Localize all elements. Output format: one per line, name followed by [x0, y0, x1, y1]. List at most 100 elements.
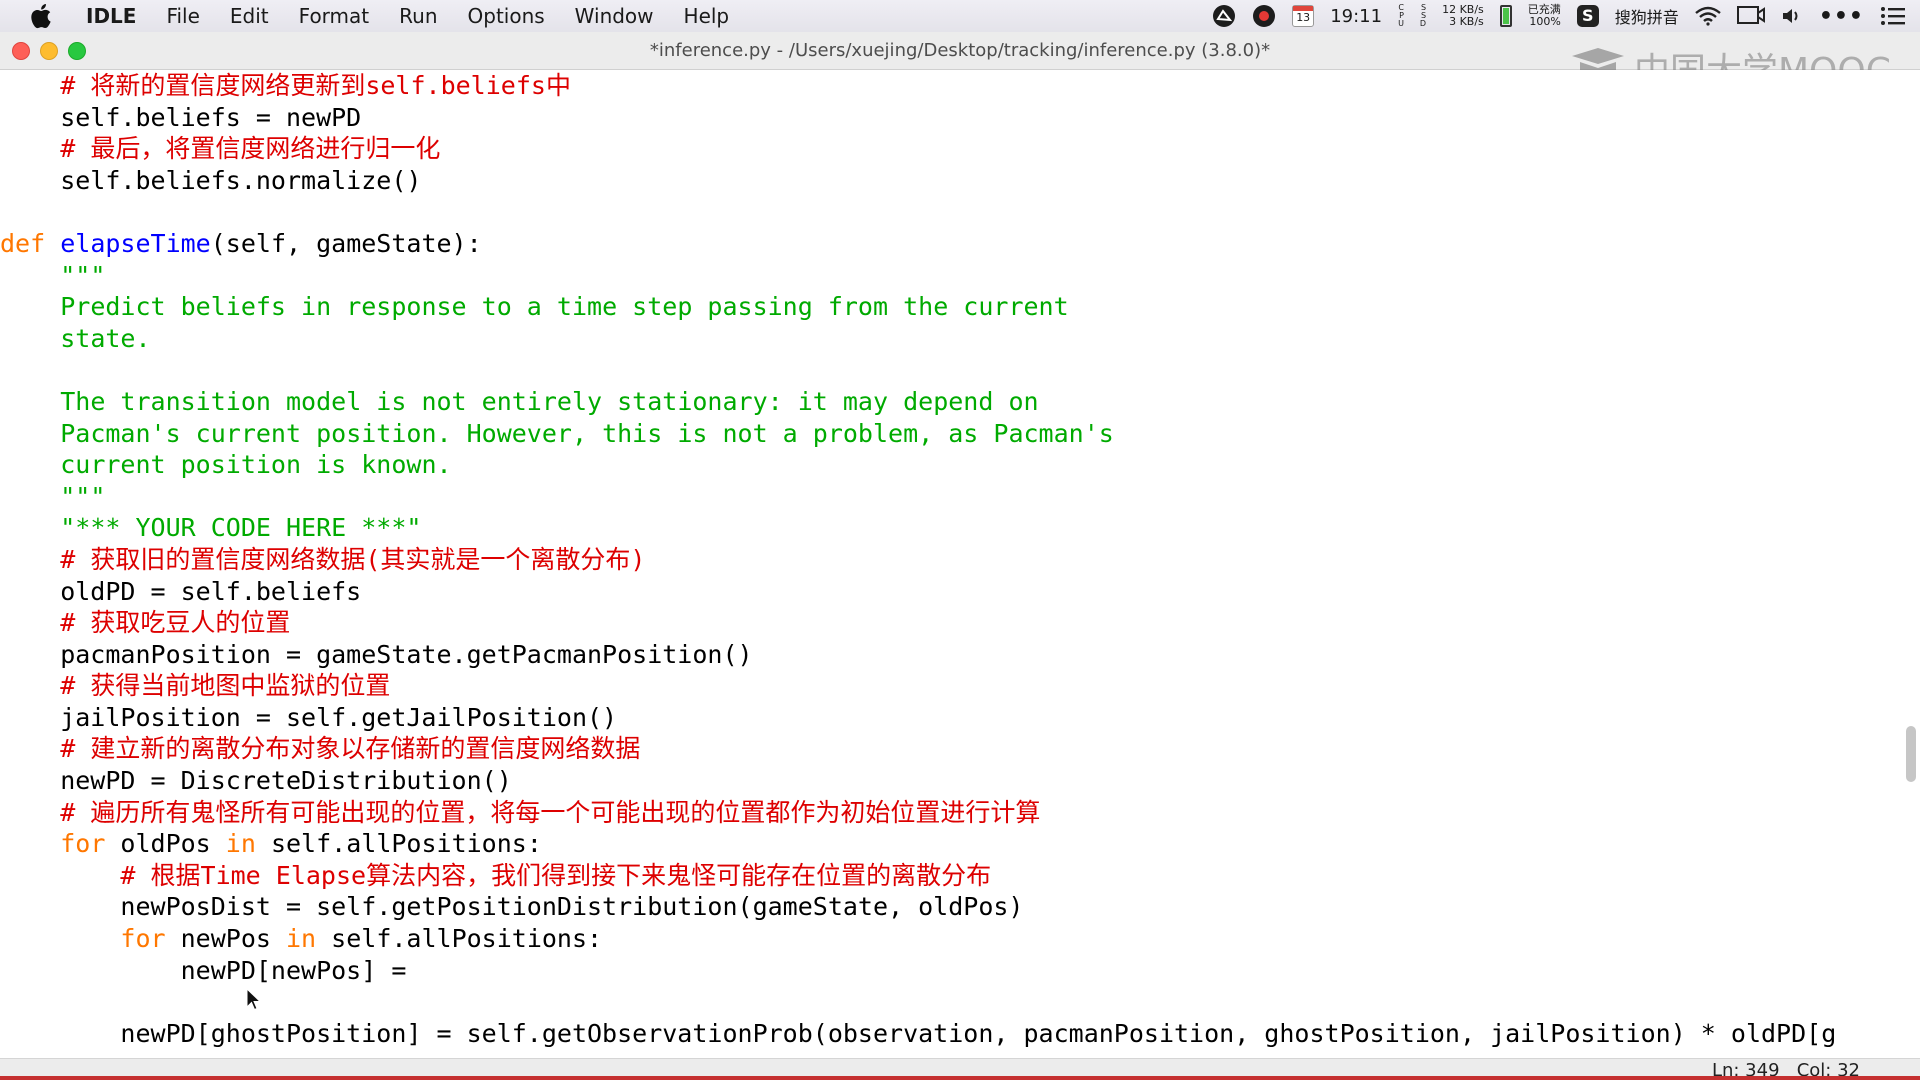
- code-token-comment: # 根据Time Elapse算法内容，我们得到接下来鬼怪可能存在位置的离散分布: [120, 860, 992, 890]
- volume-icon[interactable]: [1781, 6, 1803, 26]
- menu-window[interactable]: Window: [575, 4, 654, 28]
- notification-center-icon[interactable]: [1880, 6, 1906, 26]
- code-line[interactable]: # 最后，将置信度网络进行归一化: [0, 133, 1892, 165]
- code-token-str: current position is known.: [60, 450, 452, 480]
- code-token-kw: in: [286, 924, 317, 954]
- code-token-plain: newPD[ghostPosition] = self.getObservati…: [0, 1018, 1837, 1048]
- code-editor[interactable]: # 将新的置信度网络更新到self.beliefs中 self.beliefs …: [0, 70, 1920, 1058]
- code-line[interactable]: The transition model is not entirely sta…: [0, 386, 1892, 418]
- code-line[interactable]: Predict beliefs in response to a time st…: [0, 291, 1892, 323]
- wifi-icon[interactable]: [1695, 6, 1721, 26]
- code-token-plain: oldPD = self.beliefs: [0, 576, 362, 606]
- code-line[interactable]: # 遍历所有鬼怪所有可能出现的位置，将每一个可能出现的位置都作为初始位置进行计算: [0, 797, 1892, 829]
- code-text[interactable]: # 将新的置信度网络更新到self.beliefs中 self.beliefs …: [0, 70, 1892, 1049]
- battery-readout: 已充满 100%: [1528, 4, 1561, 28]
- code-line[interactable]: """: [0, 260, 1892, 292]
- code-token-str: Pacman's current position. However, this…: [60, 418, 1114, 448]
- code-line[interactable]: state.: [0, 323, 1892, 355]
- screen-mirroring-icon[interactable]: [1736, 5, 1765, 27]
- code-line[interactable]: # 建立新的离散分布对象以存储新的置信度网络数据: [0, 733, 1892, 765]
- code-line[interactable]: "*** YOUR CODE HERE ***": [0, 512, 1892, 544]
- code-line[interactable]: # 获取吃豆人的位置: [0, 607, 1892, 639]
- code-token-kw: for: [120, 924, 166, 954]
- code-token-comment: # 获得当前地图中监狱的位置: [60, 671, 391, 701]
- code-line[interactable]: [0, 354, 1892, 386]
- menu-help[interactable]: Help: [684, 4, 730, 28]
- code-line[interactable]: oldPD = self.beliefs: [0, 576, 1892, 608]
- code-token-plain: (self, gameState):: [210, 228, 482, 258]
- more-icon[interactable]: •••: [1819, 4, 1864, 29]
- code-line[interactable]: # 获取旧的置信度网络数据(其实就是一个离散分布): [0, 544, 1892, 576]
- code-token-str: "*** YOUR CODE HERE ***": [60, 513, 422, 543]
- recording-border: [0, 1076, 1920, 1080]
- code-token-str: """: [60, 260, 106, 290]
- code-line[interactable]: # 根据Time Elapse算法内容，我们得到接下来鬼怪可能存在位置的离散分布: [0, 860, 1892, 892]
- code-line[interactable]: newPD = DiscreteDistribution(): [0, 765, 1892, 797]
- code-token-plain: self.allPositions:: [255, 829, 542, 859]
- code-line[interactable]: self.beliefs = newPD: [0, 102, 1892, 134]
- mouse-cursor-icon: [246, 988, 262, 1011]
- code-line[interactable]: """: [0, 481, 1892, 513]
- code-line[interactable]: pacmanPosition = gameState.getPacmanPosi…: [0, 639, 1892, 671]
- code-token-def: elapseTime: [60, 228, 211, 258]
- code-token-plain: self.beliefs = newPD: [0, 102, 362, 132]
- code-token-comment: # 建立新的离散分布对象以存储新的置信度网络数据: [60, 734, 641, 764]
- code-token-comment: # 获取吃豆人的位置: [60, 608, 291, 638]
- sougou-ime-icon[interactable]: S: [1576, 5, 1599, 27]
- code-line[interactable]: current position is known.: [0, 449, 1892, 481]
- code-line[interactable]: Pacman's current position. However, this…: [0, 418, 1892, 450]
- code-token-kw: in: [225, 829, 256, 859]
- code-line[interactable]: jailPosition = self.getJailPosition(): [0, 702, 1892, 734]
- code-token-plain: newPD = DiscreteDistribution(): [0, 766, 512, 796]
- vertical-scrollbar-thumb[interactable]: [1906, 726, 1916, 782]
- code-line[interactable]: # 获得当前地图中监狱的位置: [0, 670, 1892, 702]
- input-method-name[interactable]: 搜狗拼音: [1615, 4, 1679, 28]
- network-speed-meter[interactable]: 12 KB/s 3 KB/s: [1442, 4, 1484, 28]
- battery-percent: 100%: [1529, 15, 1561, 28]
- code-line[interactable]: newPD[newPos] =: [0, 955, 1892, 987]
- code-line[interactable]: newPD[ghostPosition] = self.getObservati…: [0, 1018, 1892, 1050]
- code-line[interactable]: [0, 196, 1892, 228]
- menu-options[interactable]: Options: [468, 4, 545, 28]
- code-token-str: Predict beliefs in response to a time st…: [60, 292, 1069, 322]
- ssd-meter-label[interactable]: S S D: [1420, 4, 1426, 28]
- cpu-meter-label[interactable]: C P U: [1398, 4, 1404, 28]
- calendar-icon[interactable]: 13: [1292, 5, 1315, 27]
- code-line[interactable]: [0, 986, 1892, 1018]
- code-line[interactable]: self.beliefs.normalize(): [0, 165, 1892, 197]
- menu-file[interactable]: File: [166, 4, 199, 28]
- code-token-plain: pacmanPosition = gameState.getPacmanPosi…: [0, 639, 753, 669]
- clock[interactable]: 19:11: [1330, 6, 1382, 27]
- battery-icon[interactable]: [1499, 5, 1512, 27]
- code-token-plain: oldPos: [105, 829, 226, 859]
- code-token-plain: self.allPositions:: [316, 924, 603, 954]
- code-token-plain: self.beliefs.normalize(): [0, 165, 422, 195]
- code-line[interactable]: for newPos in self.allPositions:: [0, 923, 1892, 955]
- code-line[interactable]: # 将新的置信度网络更新到self.beliefs中: [0, 70, 1892, 102]
- code-line[interactable]: def elapseTime(self, gameState):: [0, 228, 1892, 260]
- menu-app-idle[interactable]: IDLE: [86, 4, 136, 28]
- menu-run[interactable]: Run: [399, 4, 437, 28]
- code-token-str: state.: [60, 323, 151, 353]
- code-token-kw: def: [0, 228, 61, 258]
- menu-edit[interactable]: Edit: [230, 4, 269, 28]
- recorder-app-icon[interactable]: [1252, 4, 1276, 28]
- code-line[interactable]: for oldPos in self.allPositions:: [0, 828, 1892, 860]
- code-token-plain: jailPosition = self.getJailPosition(): [0, 702, 618, 732]
- code-line[interactable]: newPosDist = self.getPositionDistributio…: [0, 891, 1892, 923]
- menu-format[interactable]: Format: [299, 4, 369, 28]
- apple-menu-icon[interactable]: [30, 3, 52, 29]
- screenshot-app-icon[interactable]: [1212, 4, 1236, 28]
